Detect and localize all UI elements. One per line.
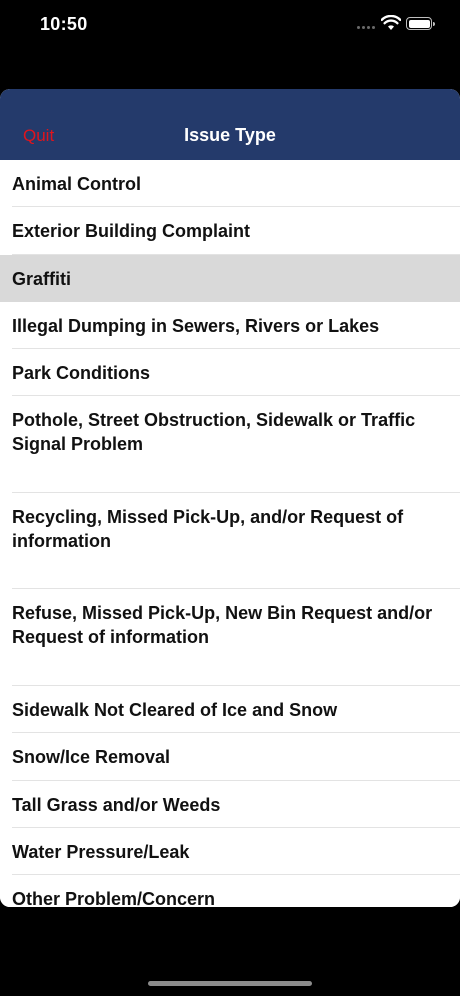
list-item[interactable]: Other Problem/Concern: [0, 875, 460, 907]
list-item-label: Graffiti: [12, 268, 72, 289]
list-item[interactable]: Illegal Dumping in Sewers, Rivers or Lak…: [0, 301, 460, 350]
list-item-label: Illegal Dumping in Sewers, Rivers or Lak…: [12, 315, 380, 336]
list-item-label: Snow/Ice Removal: [12, 747, 171, 768]
cellular-signal-icon: [357, 24, 375, 30]
page-title: Issue Type: [184, 125, 276, 145]
issue-type-list: Animal Control Exterior Building Complai…: [0, 160, 460, 907]
list-item-label: Tall Grass and/or Weeds: [12, 794, 221, 815]
list-item[interactable]: Animal Control: [0, 160, 460, 208]
list-item[interactable]: Graffiti: [0, 254, 460, 302]
wifi-icon: [380, 14, 402, 31]
list-item[interactable]: Tall Grass and/or Weeds: [0, 780, 460, 829]
list-item[interactable]: Snow/Ice Removal: [0, 733, 460, 781]
list-item-label: Exterior Building Complaint: [12, 221, 251, 242]
list-item-label: Sidewalk Not Cleared of Ice and Snow: [12, 699, 338, 720]
issue-type-sheet: Quit Issue Type Animal Control Exterior …: [0, 89, 460, 907]
list-item-label: Park Conditions: [12, 363, 151, 384]
home-indicator[interactable]: [148, 981, 312, 986]
list-item[interactable]: Water Pressure/Leak: [0, 827, 460, 876]
list-item-label: Other Problem/Concern: [12, 889, 216, 907]
list-item-label: Recycling, Missed Pick-Up, and/or Reques…: [12, 506, 404, 551]
list-item[interactable]: Pothole, Street Obstruction, Sidewalk or…: [0, 396, 460, 493]
list-item-label: Water Pressure/Leak: [12, 841, 190, 862]
status-bar: 10:50: [0, 0, 460, 50]
list-item-label: Refuse, Missed Pick-Up, New Bin Request …: [12, 603, 433, 648]
list-item[interactable]: Sidewalk Not Cleared of Ice and Snow: [0, 685, 460, 734]
list-item[interactable]: Exterior Building Complaint: [0, 207, 460, 255]
battery-icon: [406, 17, 435, 30]
list-item[interactable]: Refuse, Missed Pick-Up, New Bin Request …: [0, 589, 460, 686]
list-item-label: Pothole, Street Obstruction, Sidewalk or…: [12, 410, 416, 455]
list-item[interactable]: Park Conditions: [0, 349, 460, 397]
list-item[interactable]: Recycling, Missed Pick-Up, and/or Reques…: [0, 492, 460, 590]
list-item-label: Animal Control: [12, 174, 141, 194]
navigation-bar: Quit Issue Type: [0, 89, 460, 160]
status-time: 10:50: [40, 14, 88, 34]
